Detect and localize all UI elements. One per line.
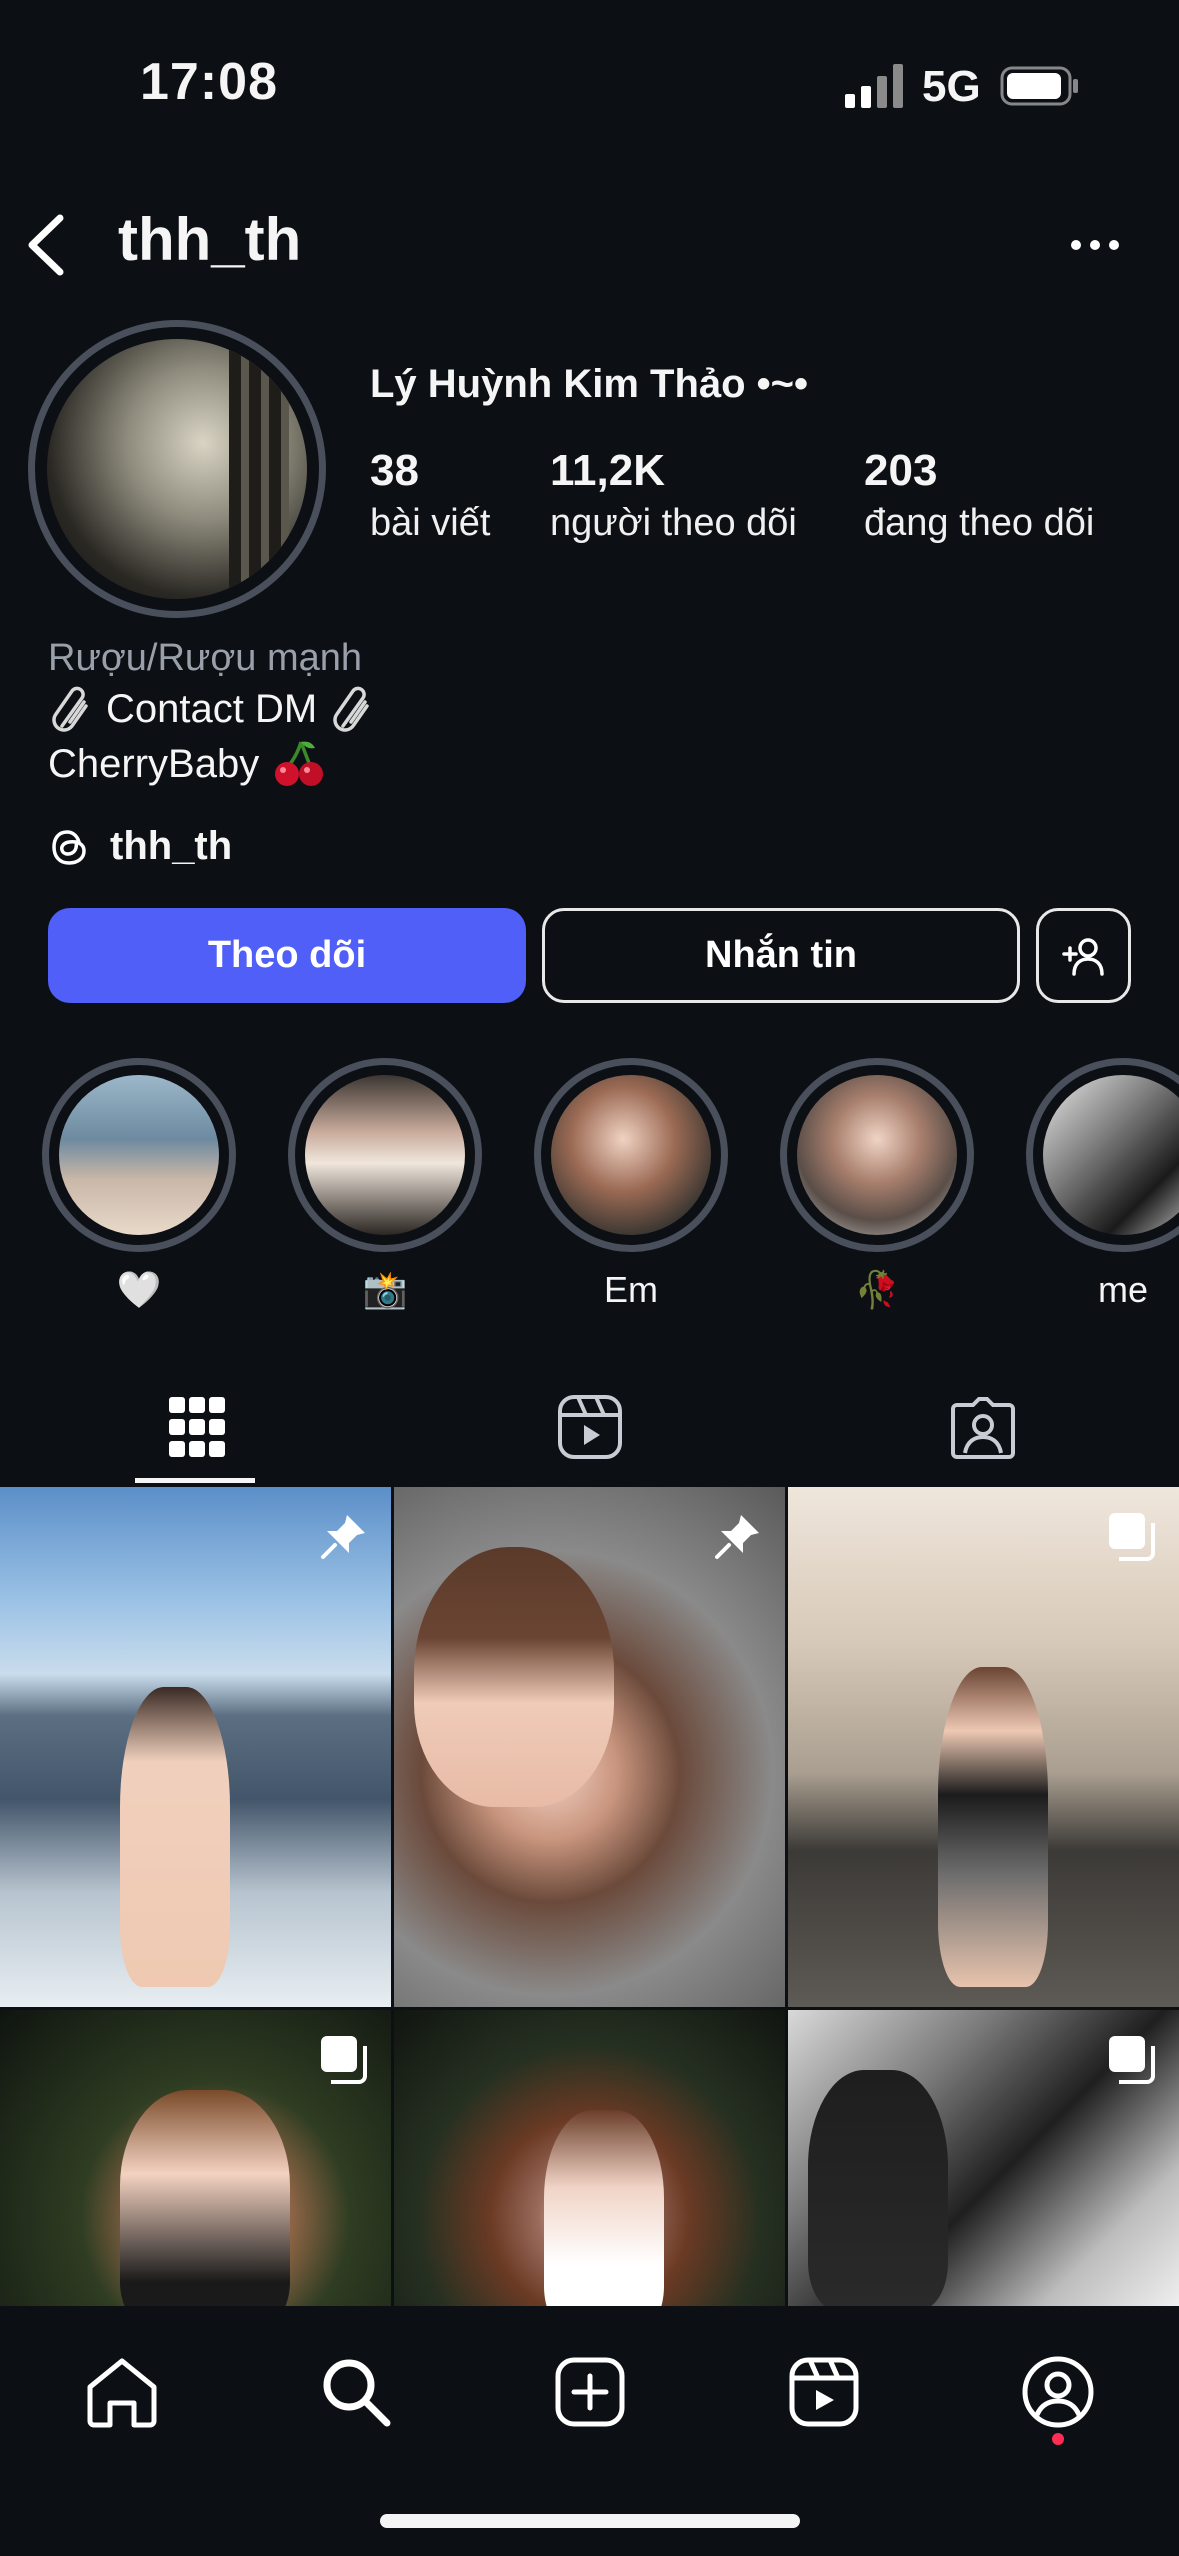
highlight-ring <box>288 1058 482 1252</box>
highlight-cover <box>551 1075 711 1235</box>
paperclip-icon <box>333 686 369 732</box>
follow-button[interactable]: Theo dõi <box>48 908 526 1003</box>
pin-icon <box>321 1515 365 1559</box>
tab-reels[interactable] <box>393 1368 786 1486</box>
grid-icon <box>168 1397 225 1457</box>
tab-posts[interactable] <box>0 1368 393 1486</box>
threads-handle: thh_th <box>110 824 233 868</box>
home-icon <box>87 2358 157 2428</box>
reels-icon <box>789 2357 859 2427</box>
highlight-ring <box>42 1058 236 1252</box>
stat-posts-label: bài viết <box>370 502 491 544</box>
stat-followers[interactable]: 11,2K người theo dõi <box>550 446 797 545</box>
threads-icon <box>52 829 86 865</box>
active-tab-indicator <box>135 1478 255 1483</box>
display-name: Lý Huỳnh Kim Thảo •~• <box>370 362 809 406</box>
stat-followers-count: 11,2K <box>550 446 665 495</box>
stat-posts[interactable]: 38 bài viết <box>370 446 490 545</box>
highlight-item[interactable]: 📸 <box>288 1058 482 1314</box>
highlight-item[interactable]: me <box>1026 1058 1179 1314</box>
highlight-ring <box>780 1058 974 1252</box>
highlight-caption: 🤍 <box>116 1269 162 1310</box>
add-person-icon <box>1061 937 1104 976</box>
search-icon <box>323 2359 391 2427</box>
highlight-item[interactable]: Em <box>534 1058 728 1314</box>
nav-profile[interactable] <box>1018 2352 1098 2432</box>
post-thumbnail[interactable] <box>394 2010 785 2306</box>
cherry-icon <box>275 741 324 786</box>
threads-link[interactable]: thh_th <box>48 824 232 869</box>
create-icon <box>555 2357 625 2427</box>
nav-home[interactable] <box>82 2352 162 2432</box>
highlight-item[interactable]: 🥀 <box>780 1058 974 1314</box>
more-options-icon[interactable] <box>1068 236 1122 254</box>
back-arrow-icon[interactable] <box>24 212 68 278</box>
bio-contact-text: Contact DM <box>106 686 318 731</box>
home-indicator <box>380 2514 800 2528</box>
suggest-users-button[interactable] <box>1036 908 1131 1003</box>
status-time: 17:08 <box>140 53 278 111</box>
tagged-icon <box>950 1397 1015 1459</box>
paperclip-icon <box>52 686 88 732</box>
battery-icon <box>1000 66 1078 106</box>
highlight-caption: me <box>1097 1269 1148 1310</box>
post-thumbnail[interactable] <box>0 2010 391 2306</box>
highlight-cover <box>797 1075 957 1235</box>
highlight-cover <box>59 1075 219 1235</box>
stat-posts-count: 38 <box>370 446 419 495</box>
notification-dot <box>1052 2433 1064 2445</box>
highlight-cover <box>1043 1075 1179 1235</box>
message-button[interactable]: Nhắn tin <box>542 908 1020 1003</box>
reels-icon <box>557 1395 622 1459</box>
nav-create[interactable] <box>550 2352 630 2432</box>
profile-username-title: thh_th <box>118 206 302 273</box>
bio-line-contact: Contact DM <box>48 686 375 732</box>
nav-search[interactable] <box>316 2352 396 2432</box>
carousel-icon <box>1109 1513 1155 1561</box>
stat-following-label: đang theo dõi <box>864 502 1095 544</box>
highlight-item[interactable]: 🤍 <box>42 1058 236 1314</box>
highlight-caption: 🥀 <box>854 1269 900 1310</box>
bio-line-cherry: CherryBaby <box>48 738 325 790</box>
profile-icon <box>1022 2356 1094 2428</box>
profile-tabs <box>0 1368 1179 1486</box>
profile-category: Rượu/Rượu mạnh <box>48 637 363 679</box>
nav-reels[interactable] <box>784 2352 864 2432</box>
highlight-caption: 📸 <box>362 1269 408 1310</box>
network-type: 5G <box>922 62 981 111</box>
highlight-caption: Em <box>604 1269 658 1310</box>
highlight-ring <box>1026 1058 1179 1252</box>
bio-cherry-text: CherryBaby <box>48 741 260 786</box>
avatar-image <box>47 339 307 599</box>
post-thumbnail[interactable] <box>788 2010 1179 2306</box>
stat-followers-label: người theo dõi <box>550 502 797 544</box>
profile-avatar[interactable] <box>28 320 326 618</box>
highlight-cover <box>305 1075 465 1235</box>
carousel-icon <box>321 2036 367 2084</box>
post-thumbnail[interactable] <box>788 1487 1179 2007</box>
pin-icon <box>715 1515 759 1559</box>
tab-tagged[interactable] <box>786 1368 1179 1486</box>
stat-following-count: 203 <box>864 446 938 495</box>
signal-icon <box>845 64 903 108</box>
carousel-icon <box>1109 2036 1155 2084</box>
post-thumbnail[interactable] <box>394 1487 785 2007</box>
highlight-ring <box>534 1058 728 1252</box>
stat-following[interactable]: 203 đang theo dõi <box>864 446 1094 545</box>
post-thumbnail[interactable] <box>0 1487 391 2007</box>
